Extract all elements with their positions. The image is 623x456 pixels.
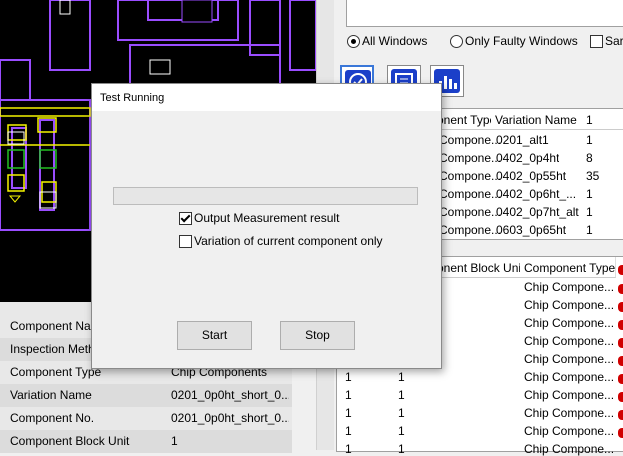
table-cell[interactable]: 1 (586, 223, 593, 237)
table-cell[interactable]: 1 (345, 370, 352, 384)
property-label: Variation Name (10, 388, 92, 402)
table-cell[interactable]: 0201_alt1 (496, 133, 549, 147)
table-cell[interactable]: 1 (398, 388, 405, 402)
table-cell[interactable]: 1 (586, 187, 593, 201)
table-cell[interactable]: Chip Compone... (524, 424, 614, 438)
table-cell[interactable]: 0402_0p7ht_alt (496, 205, 579, 219)
table-cell[interactable]: Compone... (439, 133, 501, 147)
all-windows-radio[interactable] (347, 35, 360, 48)
table-cell[interactable]: Chip Compone... (524, 370, 614, 384)
property-value: 0201_0p0ht_short_0... (171, 411, 289, 425)
stop-button[interactable]: Stop (280, 321, 355, 350)
fault-indicator-icon (618, 338, 623, 348)
fault-indicator-icon (618, 265, 623, 275)
start-button[interactable]: Start (177, 321, 252, 350)
column-header[interactable]: 1 (582, 109, 623, 130)
column-header[interactable]: Variation Name (491, 109, 583, 130)
table-cell[interactable]: Chip Compone... (524, 388, 614, 402)
table-cell[interactable]: Chip Compone... (524, 280, 614, 294)
table-cell[interactable]: Chip Compone... (524, 316, 614, 330)
column-header[interactable]: Component Type (520, 257, 616, 278)
variation-only-label[interactable]: Variation of current component only (194, 234, 383, 248)
table-cell[interactable]: Compone... (439, 151, 501, 165)
table-cell[interactable]: Chip Compone... (524, 442, 614, 456)
fault-indicator-icon (618, 410, 623, 420)
table-cell[interactable]: 0402_0p4ht (496, 151, 559, 165)
test-running-dialog: Test Running Output Measurement result V… (91, 83, 442, 369)
table-cell[interactable]: 8 (586, 151, 593, 165)
table-cell[interactable]: Compone... (439, 187, 501, 201)
property-label: Component Block Unit (10, 434, 130, 448)
variation-only-checkbox[interactable] (179, 235, 192, 248)
property-value: 1 (171, 434, 178, 448)
table-cell[interactable]: 1 (586, 133, 593, 147)
same-checkbox[interactable] (590, 35, 603, 48)
table-cell[interactable]: 1 (398, 424, 405, 438)
only-faulty-radio[interactable] (450, 35, 463, 48)
table-cell[interactable]: 1 (398, 442, 405, 456)
same-label[interactable]: Sar (605, 34, 623, 48)
table-cell[interactable]: Compone... (439, 169, 501, 183)
fault-indicator-icon (618, 284, 623, 294)
fault-indicator-icon (618, 428, 623, 438)
test-progress-bar (113, 187, 418, 205)
property-row: Component No. 0201_0p0ht_short_0... (0, 407, 292, 430)
property-row: Variation Name 0201_0p0ht_short_0... (0, 384, 292, 407)
fault-indicator-icon (618, 392, 623, 402)
table-cell[interactable]: Compone... (439, 205, 501, 219)
only-faulty-label[interactable]: Only Faulty Windows (465, 34, 578, 48)
fault-indicator-icon (618, 320, 623, 330)
table-cell[interactable]: 1 (586, 205, 593, 219)
table-cell[interactable]: 35 (586, 169, 599, 183)
table-cell[interactable]: Chip Compone... (524, 298, 614, 312)
table-cell[interactable]: 1 (398, 370, 405, 384)
property-value: 0201_0p0ht_short_0... (171, 388, 289, 402)
table-cell[interactable]: 1 (345, 442, 352, 456)
fault-indicator-icon (618, 374, 623, 384)
table-cell[interactable]: 0402_0p6ht_... (496, 187, 576, 201)
table-cell[interactable]: 0402_0p55ht (496, 169, 566, 183)
fault-indicator-icon (618, 302, 623, 312)
all-windows-label[interactable]: All Windows (362, 34, 427, 48)
table-cell[interactable]: 0603_0p65ht (496, 223, 566, 237)
property-label: Component No. (10, 411, 95, 425)
table-cell[interactable]: Compone... (439, 223, 501, 237)
table-cell[interactable]: 1 (345, 424, 352, 438)
table-cell[interactable]: Chip Compone... (524, 406, 614, 420)
dialog-title-bar[interactable]: Test Running (92, 84, 441, 111)
table-cell[interactable]: 1 (345, 388, 352, 402)
output-measurement-label[interactable]: Output Measurement result (194, 211, 339, 225)
fault-indicator-icon (618, 356, 623, 366)
output-measurement-checkbox[interactable] (179, 212, 192, 225)
results-text-box (346, 0, 623, 27)
table-cell[interactable]: Chip Compone... (524, 334, 614, 348)
dialog-title: Test Running (100, 92, 165, 104)
table-cell[interactable]: 1 (398, 406, 405, 420)
table-cell[interactable]: 1 (345, 406, 352, 420)
table-cell[interactable]: Chip Compone... (524, 352, 614, 366)
